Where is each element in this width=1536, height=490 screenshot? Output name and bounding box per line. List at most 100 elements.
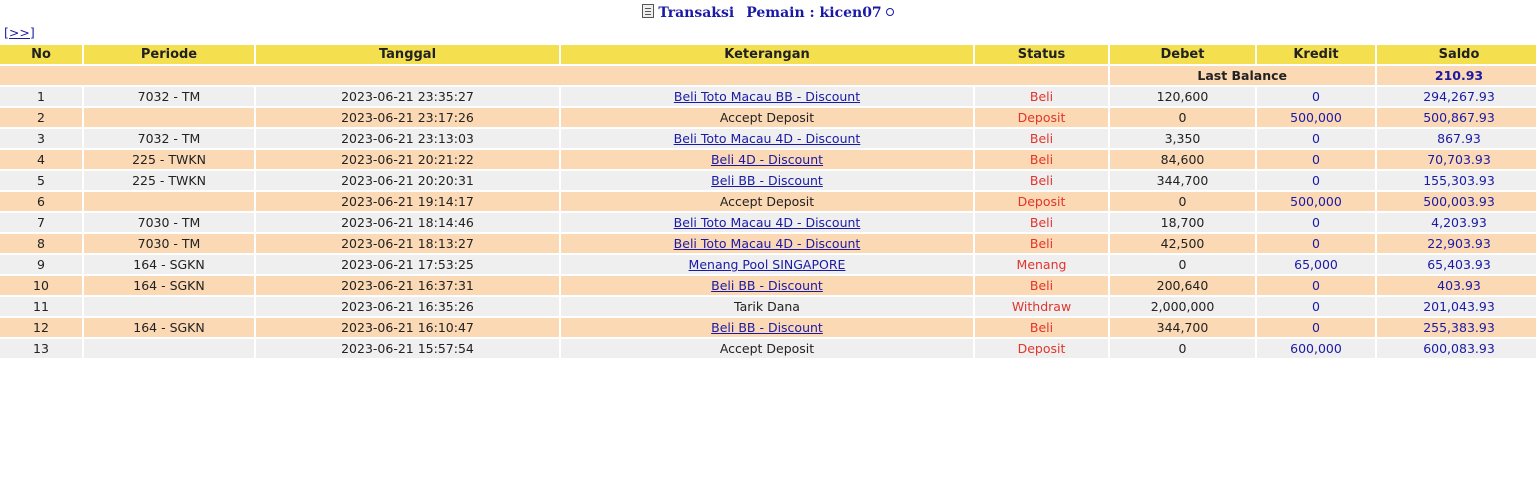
keterangan-cell: Accept Deposit	[561, 108, 973, 129]
keterangan-cell: Beli Toto Macau BB - Discount	[561, 87, 973, 108]
column-header-keterangan: Keterangan	[561, 45, 973, 66]
status-cell: Menang	[975, 255, 1108, 276]
debet-cell: 0	[1110, 255, 1255, 276]
table-row: 1 7032 - TM 2023-06-21 23:35:27 Beli Toto M…	[0, 87, 1536, 108]
status-cell: Beli	[975, 213, 1108, 234]
debet-cell: 42,500	[1110, 234, 1255, 255]
keterangan-link[interactable]: Beli BB - Discount	[711, 320, 823, 335]
keterangan-link[interactable]: Beli Toto Macau 4D - Discount	[674, 215, 861, 230]
keterangan-cell: Tarik Dana	[561, 297, 973, 318]
periode-cell: 225 - TWKN	[84, 150, 254, 171]
keterangan-link[interactable]: Menang Pool SINGAPORE	[689, 257, 846, 272]
periode-cell	[84, 339, 254, 360]
debet-cell: 3,350	[1110, 129, 1255, 150]
row-number: 6	[0, 192, 82, 213]
keterangan-cell: Beli BB - Discount	[561, 318, 973, 339]
tanggal-cell: 2023-06-21 16:35:26	[256, 297, 559, 318]
page-title: Transaksi Pemain : kicen07	[0, 4, 1536, 21]
saldo-cell: 22,903.93	[1377, 234, 1536, 255]
saldo-cell: 500,003.93	[1377, 192, 1536, 213]
periode-cell: 164 - SGKN	[84, 255, 254, 276]
table-row: 10 164 - SGKN 2023-06-21 16:37:31 Beli BB -…	[0, 276, 1536, 297]
status-cell: Deposit	[975, 192, 1108, 213]
status-cell: Withdraw	[975, 297, 1108, 318]
column-header-debet: Debet	[1110, 45, 1255, 66]
debet-cell: 120,600	[1110, 87, 1255, 108]
saldo-cell: 65,403.93	[1377, 255, 1536, 276]
keterangan-cell: Beli Toto Macau 4D - Discount	[561, 129, 973, 150]
status-cell: Beli	[975, 129, 1108, 150]
keterangan-cell: Accept Deposit	[561, 192, 973, 213]
last-balance-spacer	[0, 66, 1108, 87]
kredit-cell: 0	[1257, 297, 1375, 318]
row-number: 9	[0, 255, 82, 276]
keterangan-cell: Beli BB - Discount	[561, 171, 973, 192]
saldo-cell: 201,043.93	[1377, 297, 1536, 318]
periode-cell	[84, 192, 254, 213]
info-icon[interactable]	[885, 8, 894, 16]
table-row: 12 164 - SGKN 2023-06-21 16:10:47 Beli BB -…	[0, 318, 1536, 339]
row-number: 5	[0, 171, 82, 192]
table-row: 6 2023-06-21 19:14:17 Accept Deposit Deposi…	[0, 192, 1536, 213]
saldo-cell: 500,867.93	[1377, 108, 1536, 129]
periode-cell	[84, 297, 254, 318]
periode-cell: 164 - SGKN	[84, 318, 254, 339]
table-row: 13 2023-06-21 15:57:54 Accept Deposit Depos…	[0, 339, 1536, 360]
table-row: 9 164 - SGKN 2023-06-21 17:53:25 Menang Poo…	[0, 255, 1536, 276]
transaction-table: No Periode Tanggal Keterangan Status Debet Kre…	[0, 45, 1536, 360]
tanggal-cell: 2023-06-21 23:17:26	[256, 108, 559, 129]
saldo-cell: 70,703.93	[1377, 150, 1536, 171]
row-number: 7	[0, 213, 82, 234]
table-row: 8 7030 - TM 2023-06-21 18:13:27 Beli Toto M…	[0, 234, 1536, 255]
tanggal-cell: 2023-06-21 20:21:22	[256, 150, 559, 171]
saldo-cell: 403.93	[1377, 276, 1536, 297]
row-number: 1	[0, 87, 82, 108]
saldo-cell: 155,303.93	[1377, 171, 1536, 192]
status-cell: Beli	[975, 150, 1108, 171]
title-player: Pemain : kicen07	[746, 5, 882, 21]
kredit-cell: 0	[1257, 150, 1375, 171]
status-cell: Beli	[975, 87, 1108, 108]
saldo-cell: 4,203.93	[1377, 213, 1536, 234]
table-row: 3 7032 - TM 2023-06-21 23:13:03 Beli Toto M…	[0, 129, 1536, 150]
status-cell: Deposit	[975, 339, 1108, 360]
row-number: 8	[0, 234, 82, 255]
table-row: 5 225 - TWKN 2023-06-21 20:20:31 Beli BB - …	[0, 171, 1536, 192]
status-cell: Deposit	[975, 108, 1108, 129]
kredit-cell: 500,000	[1257, 192, 1375, 213]
column-header-tanggal: Tanggal	[256, 45, 559, 66]
keterangan-link[interactable]: Beli BB - Discount	[711, 173, 823, 188]
keterangan-link[interactable]: Beli Toto Macau 4D - Discount	[674, 131, 861, 146]
keterangan-cell: Menang Pool SINGAPORE	[561, 255, 973, 276]
table-row: 11 2023-06-21 16:35:26 Tarik Dana Withdraw 2…	[0, 297, 1536, 318]
kredit-cell: 0	[1257, 234, 1375, 255]
next-page-link[interactable]: [>>]	[4, 25, 35, 40]
status-cell: Beli	[975, 318, 1108, 339]
kredit-cell: 0	[1257, 129, 1375, 150]
column-header-periode: Periode	[84, 45, 254, 66]
tanggal-cell: 2023-06-21 19:14:17	[256, 192, 559, 213]
debet-cell: 84,600	[1110, 150, 1255, 171]
keterangan-link[interactable]: Beli 4D - Discount	[711, 152, 823, 167]
kredit-cell: 0	[1257, 87, 1375, 108]
tanggal-cell: 2023-06-21 17:53:25	[256, 255, 559, 276]
periode-cell: 7032 - TM	[84, 129, 254, 150]
keterangan-link[interactable]: Beli BB - Discount	[711, 278, 823, 293]
keterangan-cell: Accept Deposit	[561, 339, 973, 360]
keterangan-link[interactable]: Beli Toto Macau BB - Discount	[674, 89, 860, 104]
row-number: 13	[0, 339, 82, 360]
kredit-cell: 0	[1257, 171, 1375, 192]
table-row: 2 2023-06-21 23:17:26 Accept Deposit Deposi…	[0, 108, 1536, 129]
last-balance-value: 210.93	[1377, 66, 1536, 87]
saldo-cell: 600,083.93	[1377, 339, 1536, 360]
status-cell: Beli	[975, 234, 1108, 255]
keterangan-cell: Beli BB - Discount	[561, 276, 973, 297]
row-number: 10	[0, 276, 82, 297]
row-number: 3	[0, 129, 82, 150]
keterangan-link[interactable]: Beli Toto Macau 4D - Discount	[674, 236, 861, 251]
row-number: 12	[0, 318, 82, 339]
kredit-cell: 0	[1257, 213, 1375, 234]
tanggal-cell: 2023-06-21 16:37:31	[256, 276, 559, 297]
tanggal-cell: 2023-06-21 23:35:27	[256, 87, 559, 108]
tanggal-cell: 2023-06-21 20:20:31	[256, 171, 559, 192]
